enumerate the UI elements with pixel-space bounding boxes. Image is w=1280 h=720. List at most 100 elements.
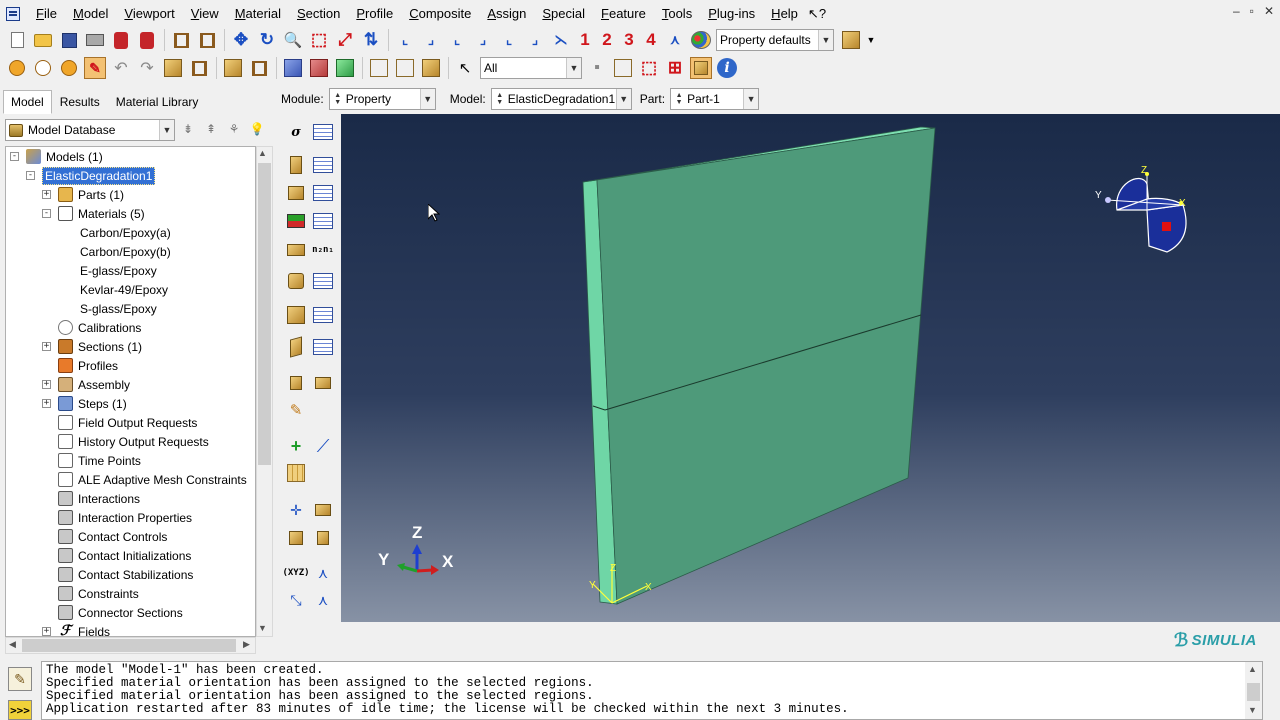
app-icon[interactable] [6, 6, 20, 21]
create-csys-icon[interactable]: ⋏ [311, 561, 335, 585]
chevron-down-icon[interactable]: ▼ [566, 58, 581, 78]
tree-hscroll-thumb[interactable] [22, 639, 236, 652]
view-preset-3-button[interactable]: 3 [620, 29, 638, 51]
scroll-right-icon[interactable]: ▶ [243, 639, 250, 650]
menu-tools[interactable]: Tools [654, 0, 700, 27]
chevron-down-icon[interactable]: ▼ [159, 120, 174, 140]
partition-face-icon[interactable] [311, 498, 335, 522]
menu-material[interactable]: Material [227, 0, 289, 27]
mesh-red-icon[interactable] [308, 57, 330, 79]
table-grid-icon[interactable] [170, 29, 192, 51]
selection-cursor-icon[interactable]: ↖ [454, 57, 476, 79]
cycle-view-icon[interactable]: ⇅ [360, 29, 382, 51]
menu-assign[interactable]: Assign [479, 0, 534, 27]
section-assignment-manager-icon[interactable] [311, 209, 335, 233]
profile-manager-icon[interactable] [311, 181, 335, 205]
new-model-icon[interactable] [6, 29, 28, 51]
skin-manager-icon[interactable] [311, 269, 335, 293]
tree-node[interactable]: Models (1) [26, 147, 103, 166]
menu-viewport[interactable]: Viewport [116, 0, 182, 27]
drag-shape-icon[interactable]: ⬚ [638, 57, 660, 79]
create-profile-icon[interactable] [284, 181, 308, 205]
create-datum-axis-icon[interactable]: ⟋ [311, 434, 335, 458]
collapse-tree-icon[interactable]: ⇟ [179, 120, 197, 138]
tree-node[interactable]: Field Output Requests [58, 413, 197, 432]
feature-manager-icon[interactable] [188, 57, 210, 79]
tab-results[interactable]: Results [52, 90, 108, 114]
color-code-icon[interactable] [690, 29, 712, 51]
display-group-icon[interactable] [840, 29, 862, 51]
assign-normal-icon[interactable]: n₂n₁ [311, 238, 335, 262]
tree-node[interactable]: Connector Sections [58, 603, 183, 622]
dropdown-arrow-icon[interactable]: ▼ [866, 29, 876, 51]
part-combo[interactable]: ▲ ▼ Part-1 ▼ [670, 88, 760, 110]
tree-node[interactable]: Carbon/Epoxy(b) [80, 242, 171, 261]
chevron-down-icon[interactable]: ▼ [419, 89, 435, 109]
model-database-combo[interactable]: Model Database ▼ [5, 119, 175, 141]
selection-options-icon[interactable]: ⊞ [664, 57, 686, 79]
create-section-icon[interactable] [284, 153, 308, 177]
assign-section-icon[interactable] [284, 209, 308, 233]
edit-attribute-icon[interactable]: ✎ [284, 398, 308, 422]
select-cube-icon[interactable] [612, 57, 634, 79]
composite-manager-icon[interactable] [311, 335, 335, 359]
tree-expander[interactable]: + [42, 342, 51, 351]
query-tool-icon[interactable] [196, 29, 218, 51]
menu-feature[interactable]: Feature [593, 0, 654, 27]
create-datum-plane-icon[interactable] [284, 461, 308, 485]
model-combo[interactable]: ▲ ▼ ElasticDegradation1 ▼ [490, 88, 632, 110]
section-manager-icon[interactable] [311, 153, 335, 177]
scroll-left-icon[interactable]: ◀ [9, 639, 16, 650]
assign-beam-orientation-icon[interactable] [284, 238, 308, 262]
view-preset-4-button[interactable]: 4 [642, 29, 660, 51]
material-manager-icon[interactable] [311, 120, 335, 144]
filter-tree-icon[interactable]: ⚘ [225, 120, 243, 138]
view-preset-2-button[interactable]: 2 [598, 29, 616, 51]
tree-expander[interactable]: - [42, 209, 51, 218]
redo-icon[interactable]: ↷ [136, 57, 158, 79]
composite-layup-icon[interactable] [284, 335, 308, 359]
tree-expander[interactable]: + [42, 380, 51, 389]
tree-node[interactable]: Assembly [58, 375, 130, 394]
export-database-icon[interactable] [110, 29, 132, 51]
datum-manager-icon[interactable] [248, 57, 270, 79]
tree-node[interactable]: Steps (1) [58, 394, 127, 413]
inertia-icon[interactable] [284, 371, 308, 395]
special-manager-icon[interactable] [311, 303, 335, 327]
render-style-combo[interactable]: Property defaults ▼ [716, 29, 834, 51]
tree-node[interactable]: Contact Initializations [58, 546, 191, 565]
box-zoom-icon[interactable]: ⬚ [308, 29, 330, 51]
graphics-viewport[interactable]: Z X Y Z Y X Z Y X [341, 114, 1280, 622]
partition-cell-icon[interactable] [311, 526, 335, 550]
tree-expander[interactable]: - [10, 152, 19, 161]
message-area-toggle-icon[interactable]: ✎ [8, 667, 32, 691]
tree-expander[interactable]: + [42, 399, 51, 408]
menu-composite[interactable]: Composite [401, 0, 479, 27]
save-disk-icon[interactable] [58, 29, 80, 51]
menu-help[interactable]: Help [763, 0, 806, 27]
tree-node[interactable]: History Output Requests [58, 432, 209, 451]
undo-icon[interactable]: ↶ [110, 57, 132, 79]
datum-icon[interactable] [222, 57, 244, 79]
lightbulb-icon[interactable]: 💡 [248, 120, 266, 138]
mesh-green-icon[interactable] [334, 57, 356, 79]
springs-dashpots-icon[interactable] [311, 371, 335, 395]
message-log[interactable]: The model "Model-1" has been created. Sp… [41, 661, 1263, 720]
tree-expander[interactable]: - [26, 171, 35, 180]
minimize-button[interactable]: – [1233, 4, 1240, 18]
tab-material-library[interactable]: Material Library [108, 90, 207, 114]
scroll-down-icon[interactable]: ▼ [1248, 705, 1257, 715]
expand-tree-icon[interactable]: ⇞ [202, 120, 220, 138]
render-wireframe-icon[interactable] [6, 57, 28, 79]
auto-fit-icon[interactable]: ⤢ [334, 29, 356, 51]
tree-node[interactable]: ℱ Fields [58, 622, 110, 636]
tree-node[interactable]: Carbon/Epoxy(a) [80, 223, 171, 242]
menu-plugins[interactable]: Plug-ins [700, 0, 763, 27]
tree-node[interactable]: Time Points [58, 451, 141, 470]
menu-view[interactable]: View [183, 0, 227, 27]
query-coordinates-icon[interactable]: (XYZ) [282, 561, 309, 585]
command-prompt-icon[interactable]: >>> [8, 700, 32, 720]
tree-node[interactable]: Interaction Properties [58, 508, 192, 527]
partition-edge-icon[interactable] [284, 526, 308, 550]
restore-button[interactable]: ▫ [1250, 4, 1254, 18]
